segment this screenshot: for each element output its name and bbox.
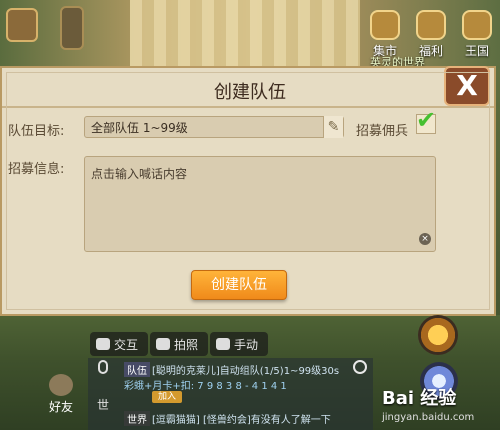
tab-interact[interactable]: 交互 (90, 332, 149, 356)
recruit-mercenary-label: 招募佣兵 (356, 124, 409, 139)
message-label: 招募信息: (8, 162, 65, 177)
join-button[interactable]: 加入 (152, 391, 182, 403)
dialog-title: 创建队伍 (214, 82, 286, 103)
friends-button[interactable]: 好友 (44, 374, 78, 415)
check-icon: ✔ (416, 106, 437, 134)
camera-icon (156, 338, 171, 350)
chat-channel: 队伍 (124, 362, 150, 377)
market-icon (370, 10, 400, 40)
microphone-icon[interactable] (98, 360, 108, 374)
top-left-icon[interactable] (6, 8, 38, 42)
skill-orb-icon[interactable] (418, 315, 458, 355)
market-button[interactable]: 集市 (366, 10, 404, 60)
monitor-icon (216, 338, 231, 350)
tent-decoration (130, 0, 360, 70)
friends-icon (49, 374, 73, 396)
tab-manual[interactable]: 手动 (210, 332, 269, 356)
watermark-url: jingyan.baidu.com (382, 412, 475, 423)
chat-line: 彩蛾+月卡+扣: 7 9 8 3 8 - 4 1 4 1 (124, 381, 287, 392)
kingdom-button[interactable]: 王国 (458, 10, 496, 60)
crown-icon (462, 10, 492, 40)
recruit-message-input[interactable]: 点击输入喊话内容 × (84, 156, 436, 252)
chat-tabs: 交互 拍照 手动 (90, 332, 269, 356)
create-team-button[interactable]: 创建队伍 (191, 270, 287, 300)
message-placeholder: 点击输入喊话内容 (91, 167, 188, 181)
baidu-watermark: Bai 经验 jingyan.baidu.com (382, 384, 498, 428)
team-target-field[interactable]: 全部队伍 1~99级 (84, 116, 344, 138)
lantern-icon (60, 6, 84, 50)
clear-icon[interactable]: × (419, 233, 431, 245)
chat-line: 世界 [逗霸猫猫] [怪兽约会]有没有人了解一下 (124, 411, 331, 426)
gift-icon (416, 10, 446, 40)
gift-button[interactable]: 福利 (412, 10, 450, 60)
target-label: 队伍目标: (8, 124, 65, 139)
chat-line: 队伍 [聪明的克莱儿]自动组队(1/5)1~99级30s (124, 362, 339, 377)
chat-icon (96, 338, 110, 350)
team-target-value: 全部队伍 1~99级 (91, 121, 188, 135)
world-side-label: 世 (96, 398, 109, 412)
chat-channel: 世界 (124, 411, 150, 426)
close-icon: X (456, 69, 478, 102)
chat-side-controls: 语音 世 (92, 360, 114, 426)
close-button[interactable]: X (444, 66, 490, 106)
tab-photo[interactable]: 拍照 (150, 332, 209, 356)
pencil-icon[interactable]: ✎ (323, 116, 343, 138)
create-team-dialog: 创建队伍 X 队伍目标: 全部队伍 1~99级 ✎ 招募佣兵 ✔ 招募信息: 点… (0, 66, 496, 316)
watermark-logo-text: Bai 经验 (382, 388, 457, 409)
gear-icon[interactable] (353, 360, 367, 374)
